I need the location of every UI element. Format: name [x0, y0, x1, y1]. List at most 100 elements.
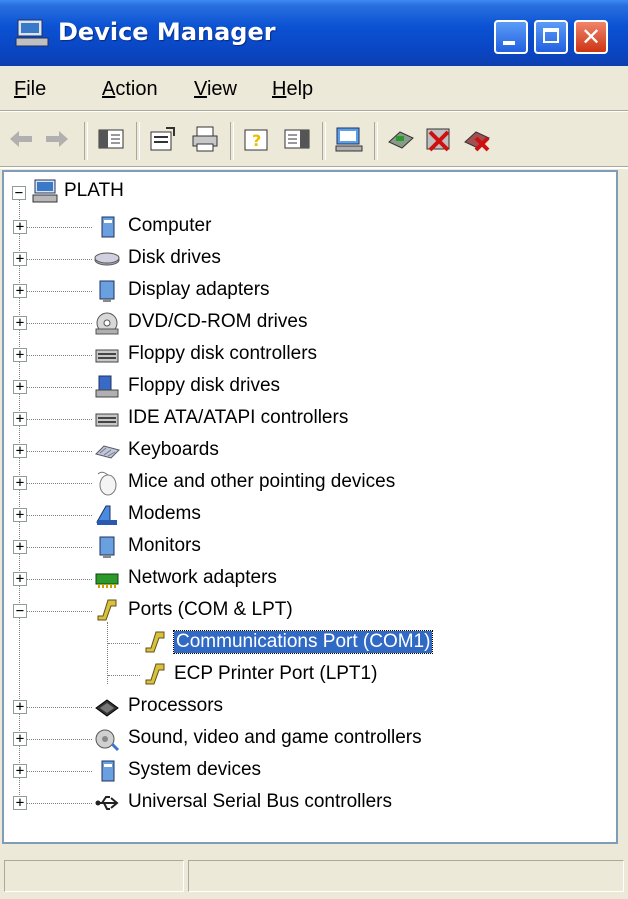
root-collapse-toggle[interactable]: −	[12, 186, 26, 200]
tree-item-label[interactable]: Monitors	[128, 535, 201, 557]
menu-file-label: ile	[26, 78, 47, 100]
ide-controller-icon	[95, 413, 119, 427]
network-adapter-icon	[95, 573, 119, 588]
show-hide-console-tree-icon[interactable]	[96, 124, 126, 154]
disk-drive-icon	[94, 252, 120, 266]
device-tree[interactable]: − PLATH + Computer + Disk drives + Display ad…	[2, 170, 618, 844]
floppy-controller-icon	[95, 349, 119, 363]
update-driver-icon[interactable]	[386, 124, 416, 154]
tree-connector-line	[20, 419, 92, 420]
tree-item-label[interactable]: System devices	[128, 759, 261, 781]
close-button[interactable]: ✕	[574, 20, 608, 54]
collapse-toggle[interactable]: −	[13, 604, 27, 618]
tree-root-label[interactable]: PLATH	[64, 180, 124, 202]
tree-connector-line	[20, 515, 92, 516]
tree-connector-line	[20, 291, 92, 292]
back-arrow-icon[interactable]	[6, 124, 36, 154]
tree-item-label[interactable]: Keyboards	[128, 439, 219, 461]
tree-connector-line	[20, 803, 92, 804]
tree-item-label[interactable]: DVD/CD-ROM drives	[128, 311, 307, 333]
tree-item-label[interactable]: Mice and other pointing devices	[128, 471, 395, 493]
expand-toggle[interactable]: +	[13, 252, 27, 266]
expand-toggle[interactable]: +	[13, 380, 27, 394]
tree-item-label[interactable]: ECP Printer Port (LPT1)	[174, 663, 377, 685]
tree-connector-line	[20, 547, 92, 548]
expand-toggle[interactable]: +	[13, 796, 27, 810]
tree-connector-line	[20, 227, 92, 228]
usb-icon	[95, 796, 119, 810]
device-manager-icon	[15, 19, 49, 47]
title-bar[interactable]: Device Manager ✕	[0, 0, 628, 66]
expand-toggle[interactable]: +	[13, 476, 27, 490]
tree-connector-line	[20, 707, 92, 708]
tree-item-label[interactable]: Modems	[128, 503, 201, 525]
status-pane-2	[188, 860, 624, 892]
tree-connector-line	[108, 643, 140, 644]
device-manager-window: Device Manager ✕ File Action View Help ?…	[0, 0, 628, 899]
mouse-icon	[97, 471, 117, 496]
menu-action[interactable]: Action	[102, 78, 158, 101]
toolbar-divider	[84, 122, 88, 160]
tree-item-label[interactable]: Display adapters	[128, 279, 270, 301]
tree-item-label[interactable]: Processors	[128, 695, 223, 717]
tree-connector-line	[108, 675, 140, 676]
floppy-drive-icon	[95, 375, 119, 398]
sound-icon	[95, 729, 120, 752]
tree-item-label-selected[interactable]: Communications Port (COM1)	[172, 630, 434, 654]
scan-hardware-icon[interactable]	[334, 124, 364, 154]
tree-item-label[interactable]: Network adapters	[128, 567, 277, 589]
expand-toggle[interactable]: +	[13, 316, 27, 330]
properties-icon[interactable]	[148, 124, 178, 154]
tree-item-label[interactable]: Floppy disk controllers	[128, 343, 317, 365]
menu-action-mnemonic: A	[102, 78, 116, 100]
expand-toggle[interactable]: +	[13, 700, 27, 714]
modem-icon	[96, 505, 117, 525]
print-icon[interactable]	[190, 124, 220, 154]
menu-action-label: ction	[115, 78, 158, 100]
tree-item-label[interactable]: Floppy disk drives	[128, 375, 280, 397]
tree-connector-line	[20, 739, 92, 740]
expand-toggle[interactable]: +	[13, 764, 27, 778]
expand-toggle[interactable]: +	[13, 444, 27, 458]
expand-toggle[interactable]: +	[13, 508, 27, 522]
tree-item-label[interactable]: Sound, video and game controllers	[128, 727, 422, 749]
dvd-drive-icon	[95, 312, 119, 335]
tree-item-label[interactable]: Computer	[128, 215, 211, 237]
maximize-button[interactable]	[534, 20, 568, 54]
menu-file[interactable]: File	[14, 78, 46, 101]
tree-connector-line	[20, 611, 92, 612]
tree-connector-line	[20, 771, 92, 772]
show-hide-action-pane-icon[interactable]	[282, 124, 312, 154]
keyboard-icon	[95, 445, 120, 459]
tree-item-label[interactable]: IDE ATA/ATAPI controllers	[128, 407, 348, 429]
tree-item-label[interactable]: Ports (COM & LPT)	[128, 599, 293, 621]
expand-toggle[interactable]: +	[13, 348, 27, 362]
menu-view-label: iew	[206, 78, 237, 100]
maximize-icon	[543, 28, 559, 43]
menu-view[interactable]: View	[194, 78, 237, 101]
minimize-button[interactable]	[494, 20, 528, 54]
tree-connector-line	[20, 483, 92, 484]
tree-connector-line	[20, 259, 92, 260]
expand-toggle[interactable]: +	[13, 220, 27, 234]
minimize-icon	[503, 41, 515, 45]
expand-toggle[interactable]: +	[13, 412, 27, 426]
menu-help-mnemonic: H	[272, 78, 287, 100]
tree-item-label[interactable]: Disk drives	[128, 247, 221, 269]
help-icon[interactable]: ?	[242, 124, 272, 154]
menu-help-label: elp	[286, 78, 314, 100]
tree-item-label[interactable]: Universal Serial Bus controllers	[128, 791, 392, 813]
port-icon	[145, 663, 165, 685]
toolbar-divider	[322, 122, 326, 160]
forward-arrow-icon[interactable]	[42, 124, 72, 154]
menu-help[interactable]: Help	[272, 78, 313, 101]
expand-toggle[interactable]: +	[13, 284, 27, 298]
uninstall-device-icon[interactable]	[462, 124, 492, 154]
tree-connector-line	[20, 579, 92, 580]
computer-icon	[101, 216, 115, 238]
disable-device-icon[interactable]	[424, 124, 454, 154]
expand-toggle[interactable]: +	[13, 540, 27, 554]
tree-connector-line	[20, 355, 92, 356]
expand-toggle[interactable]: +	[13, 732, 27, 746]
expand-toggle[interactable]: +	[13, 572, 27, 586]
